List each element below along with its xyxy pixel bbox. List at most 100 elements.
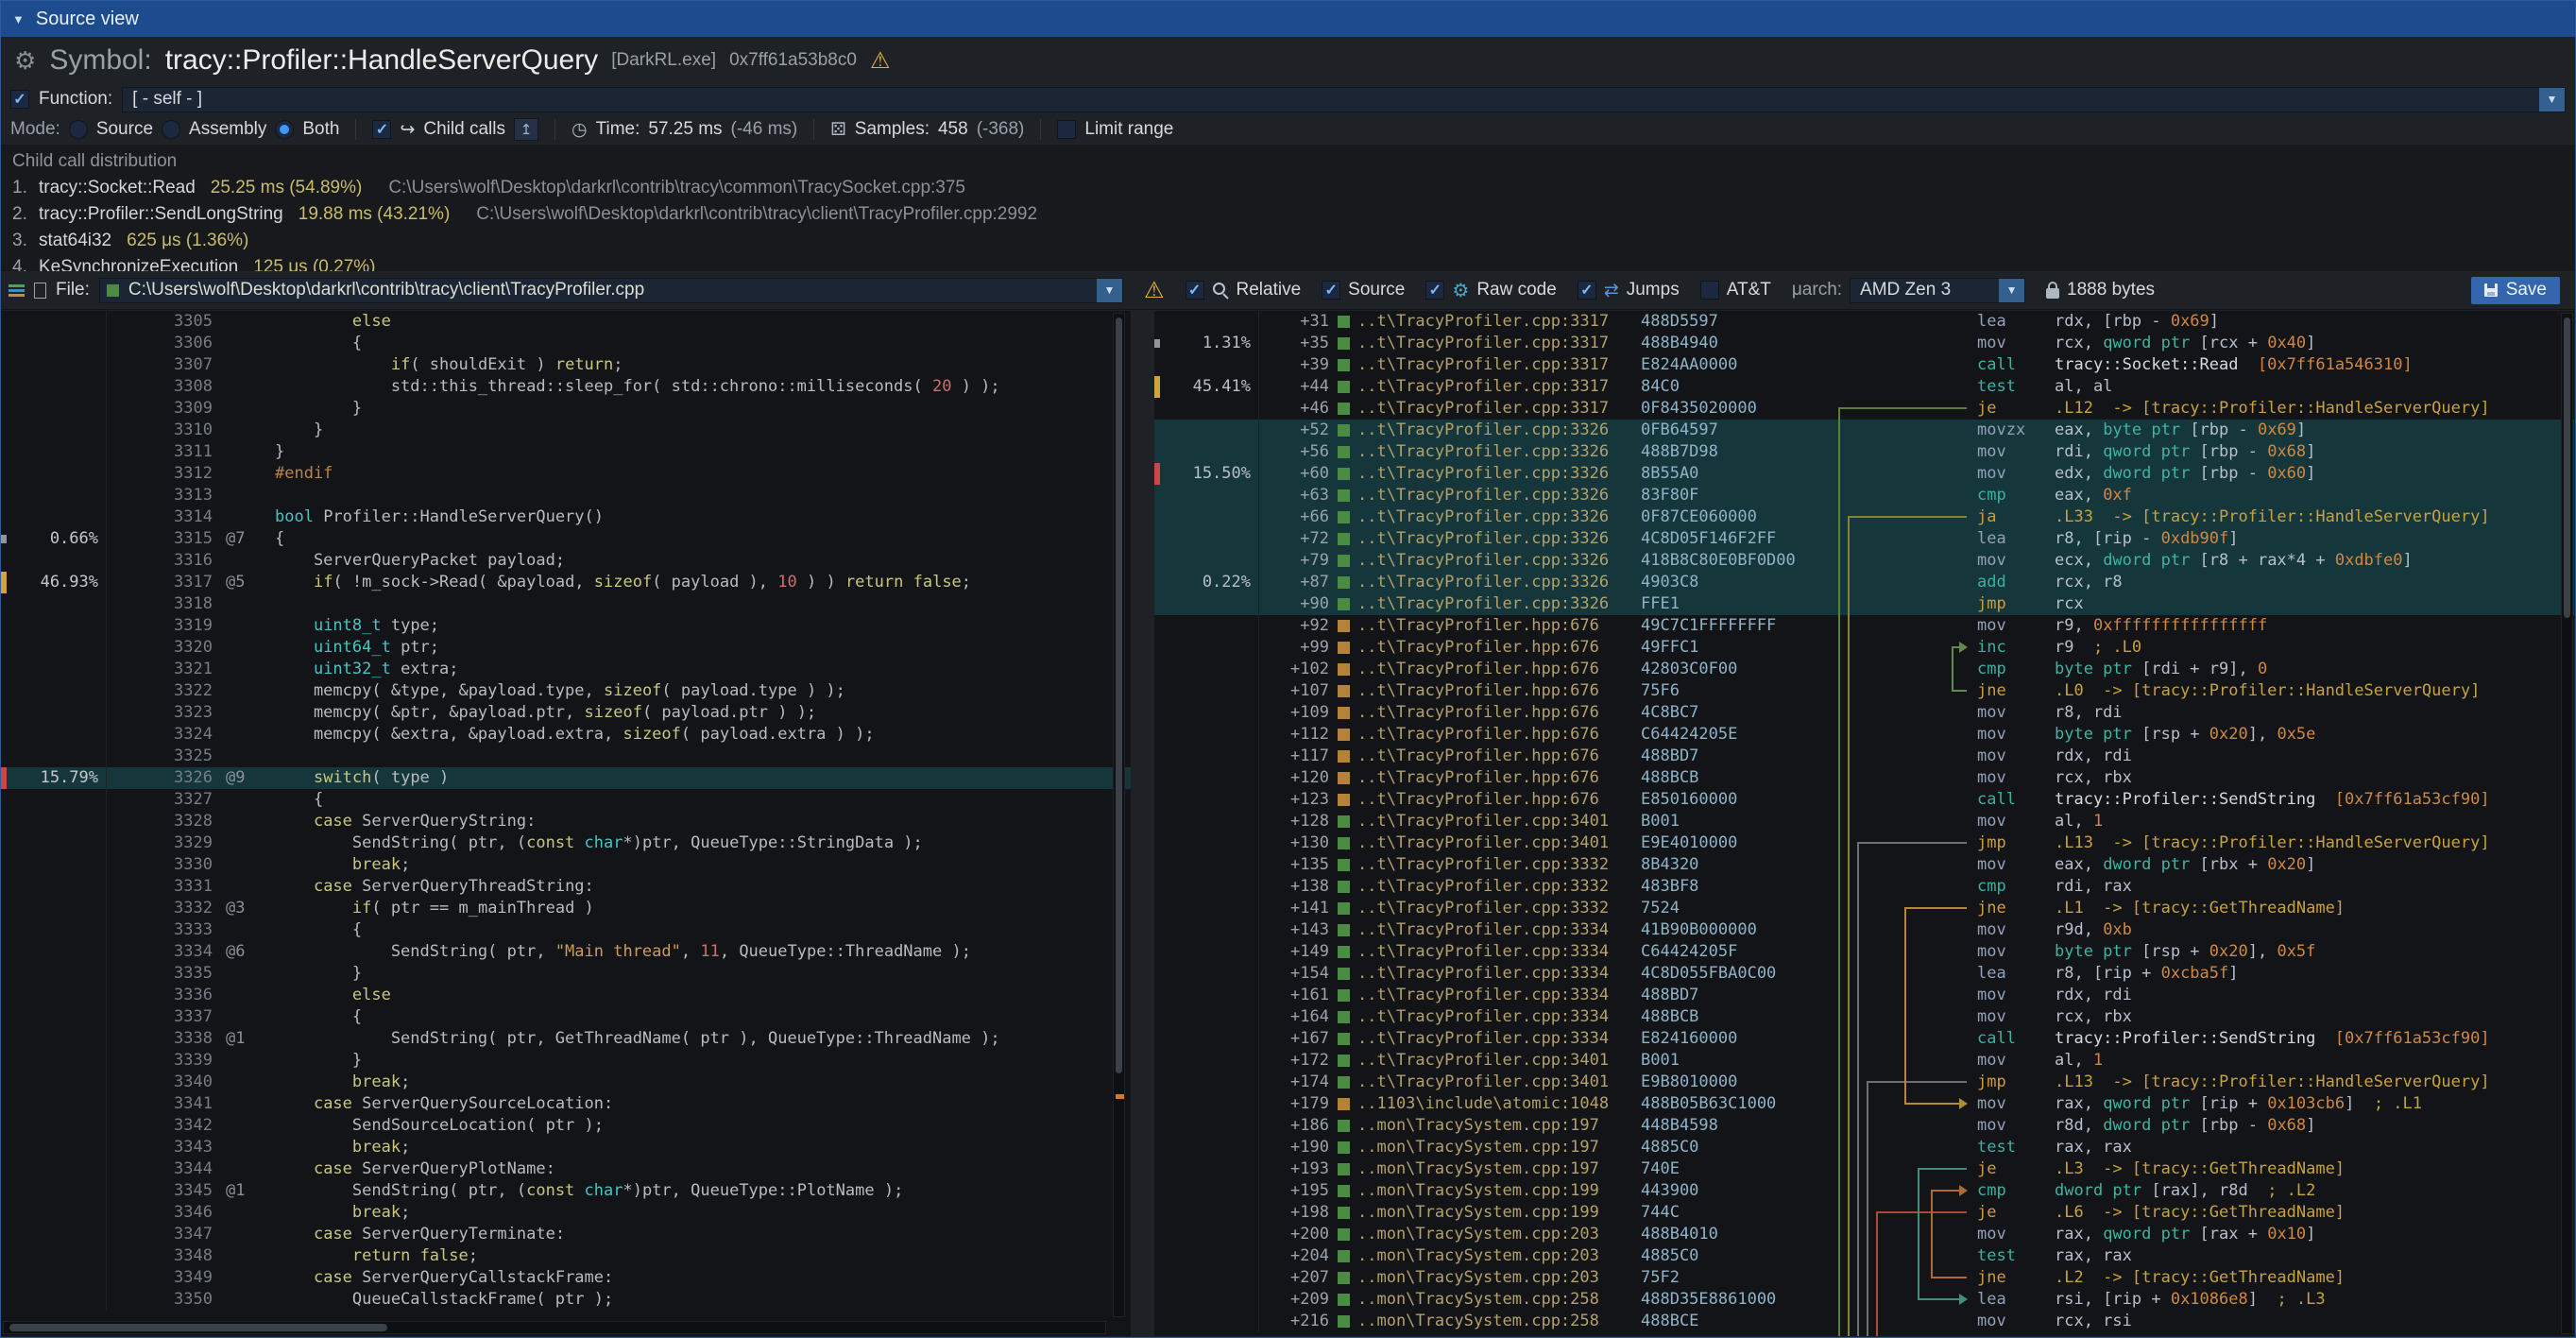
mode-radio-assembly[interactable]	[162, 120, 180, 139]
source-line-3333[interactable]: 3333 {	[1, 919, 1131, 941]
asm-line-+123[interactable]: +123..t\TracyProfiler.hpp:676E850160000c…	[1154, 789, 2574, 811]
source-line-3347[interactable]: 3347 case ServerQueryTerminate:	[1, 1224, 1131, 1245]
limit-range-label[interactable]: Limit range	[1084, 119, 1173, 140]
relative-checkbox[interactable]	[1186, 281, 1204, 300]
source-line-3348[interactable]: 3348 return false;	[1, 1245, 1131, 1267]
source-line-3340[interactable]: 3340 break;	[1, 1072, 1131, 1093]
source-line-3313[interactable]: 3313	[1, 485, 1131, 506]
source-line-3342[interactable]: 3342 SendSourceLocation( ptr );	[1, 1115, 1131, 1137]
source-line-3339[interactable]: 3339 }	[1, 1050, 1131, 1072]
asm-line-+109[interactable]: +109..t\TracyProfiler.hpp:6764C8BC7movr8…	[1154, 702, 2574, 724]
limit-range-checkbox[interactable]	[1057, 120, 1076, 139]
save-button[interactable]: Save	[2471, 277, 2560, 304]
asm-line-+90[interactable]: +90..t\TracyProfiler.cpp:3326FFE1jmprcx	[1154, 593, 2574, 615]
uarch-select[interactable]: AMD Zen 3 ▼	[1850, 278, 2025, 303]
source-line-3322[interactable]: 3322 memcpy( &type, &payload.type, sizeo…	[1, 680, 1131, 702]
source-line-3306[interactable]: 3306 {	[1, 333, 1131, 354]
jumps-checkbox[interactable]	[1578, 281, 1596, 300]
source-line-3341[interactable]: 3341 case ServerQuerySourceLocation:	[1, 1093, 1131, 1115]
asm-line-+164[interactable]: +164..t\TracyProfiler.cpp:3334488BCBmovr…	[1154, 1006, 2574, 1028]
function-checkbox[interactable]	[10, 90, 29, 109]
source-line-3330[interactable]: 3330 break;	[1, 854, 1131, 876]
att-toggle[interactable]: AT&T	[1700, 280, 1771, 300]
mode-radio-both[interactable]	[275, 120, 294, 139]
asm-line-+130[interactable]: +130..t\TracyProfiler.cpp:3401E9E4010000…	[1154, 832, 2574, 854]
source-line-3317[interactable]: 46.93%3317@5 if( !m_sock->Read( &payload…	[1, 572, 1131, 593]
asm-line-+179[interactable]: +179..1103\include\atomic:1048488B05B63C…	[1154, 1093, 2574, 1115]
raw-code-checkbox[interactable]	[1425, 281, 1444, 300]
source-line-3321[interactable]: 3321 uint32_t extra;	[1, 659, 1131, 680]
source-line-3328[interactable]: 3328 case ServerQueryString:	[1, 811, 1131, 832]
source-horizontal-scrollbar[interactable]	[3, 1321, 1106, 1334]
scrollbar-thumb[interactable]	[9, 1324, 387, 1331]
asm-line-+120[interactable]: +120..t\TracyProfiler.hpp:676488BCBmovrc…	[1154, 767, 2574, 789]
asm-line-+154[interactable]: +154..t\TracyProfiler.cpp:33344C8D055FBA…	[1154, 963, 2574, 985]
asm-line-+87[interactable]: 0.22%+87..t\TracyProfiler.cpp:33264903C8…	[1154, 572, 2574, 593]
source-line-3311[interactable]: 3311}	[1, 441, 1131, 463]
source-line-3349[interactable]: 3349 case ServerQueryCallstackFrame:	[1, 1267, 1131, 1289]
relative-toggle[interactable]: Relative	[1186, 280, 1302, 300]
asm-line-+63[interactable]: +63..t\TracyProfiler.cpp:332683F80Fcmpea…	[1154, 485, 2574, 506]
asm-line-+143[interactable]: +143..t\TracyProfiler.cpp:333441B90B0000…	[1154, 919, 2574, 941]
child-call-entry[interactable]: 4.KeSynchronizeExecution125 μs (0.27%)	[12, 254, 2575, 271]
scrollbar-thumb[interactable]	[2564, 317, 2570, 618]
source-line-3309[interactable]: 3309 }	[1, 398, 1131, 420]
file-select[interactable]: C:\Users\wolf\Desktop\darkrl\contrib\tra…	[99, 278, 1123, 303]
asm-line-+66[interactable]: +66..t\TracyProfiler.cpp:33260F87CE06000…	[1154, 506, 2574, 528]
source-line-3305[interactable]: 3305 else	[1, 311, 1131, 333]
asm-line-+193[interactable]: +193..mon\TracySystem.cpp:197740Eje.L3 -…	[1154, 1158, 2574, 1180]
asm-line-+35[interactable]: 1.31%+35..t\TracyProfiler.cpp:3317488B49…	[1154, 333, 2574, 354]
asm-line-+56[interactable]: +56..t\TracyProfiler.cpp:3326488B7D98mov…	[1154, 441, 2574, 463]
source-line-3316[interactable]: 3316 ServerQueryPacket payload;	[1, 550, 1131, 572]
source-checkbox[interactable]	[1322, 281, 1340, 300]
source-line-3320[interactable]: 3320 uint64_t ptr;	[1, 637, 1131, 659]
asm-line-+46[interactable]: +46..t\TracyProfiler.cpp:33170F843502000…	[1154, 398, 2574, 420]
source-line-3307[interactable]: 3307 if( shouldExit ) return;	[1, 354, 1131, 376]
asm-line-+209[interactable]: +209..mon\TracySystem.cpp:258488D35E8861…	[1154, 1289, 2574, 1311]
source-line-3325[interactable]: 3325	[1, 746, 1131, 767]
source-line-3336[interactable]: 3336 else	[1, 985, 1131, 1006]
asm-line-+149[interactable]: +149..t\TracyProfiler.cpp:3334C64424205F…	[1154, 941, 2574, 963]
asm-line-+167[interactable]: +167..t\TracyProfiler.cpp:3334E824160000…	[1154, 1028, 2574, 1050]
source-line-3327[interactable]: 3327 {	[1, 789, 1131, 811]
asm-line-+200[interactable]: +200..mon\TracySystem.cpp:203488B4010mov…	[1154, 1224, 2574, 1245]
asm-vertical-scrollbar[interactable]	[2561, 313, 2573, 1334]
asm-line-+52[interactable]: +52..t\TracyProfiler.cpp:33260FB64597mov…	[1154, 420, 2574, 441]
asm-line-+174[interactable]: +174..t\TracyProfiler.cpp:3401E9B8010000…	[1154, 1072, 2574, 1093]
mode-radio-source[interactable]	[69, 120, 88, 139]
child-call-entry[interactable]: 3.stat64i32625 μs (1.36%)	[12, 228, 2575, 254]
child-calls-label[interactable]: Child calls	[423, 119, 505, 140]
asm-line-+107[interactable]: +107..t\TracyProfiler.hpp:67675F6jne.L0 …	[1154, 680, 2574, 702]
source-toggle[interactable]: Source	[1322, 280, 1405, 300]
source-line-3308[interactable]: 3308 std::this_thread::sleep_for( std::c…	[1, 376, 1131, 398]
mode-both-label[interactable]: Both	[302, 119, 339, 140]
asm-line-+207[interactable]: +207..mon\TracySystem.cpp:20375F2jne.L2 …	[1154, 1267, 2574, 1289]
window-titlebar[interactable]: ▼ Source view	[1, 1, 2575, 37]
asm-line-+198[interactable]: +198..mon\TracySystem.cpp:199744Cje.L6 -…	[1154, 1202, 2574, 1224]
asm-line-+161[interactable]: +161..t\TracyProfiler.cpp:3334488BD7movr…	[1154, 985, 2574, 1006]
asm-line-+39[interactable]: +39..t\TracyProfiler.cpp:3317E824AA0000c…	[1154, 354, 2574, 376]
jumps-toggle[interactable]: ⇄ Jumps	[1578, 280, 1680, 301]
asm-line-+44[interactable]: 45.41%+44..t\TracyProfiler.cpp:331784C0t…	[1154, 376, 2574, 398]
asm-line-+117[interactable]: +117..t\TracyProfiler.hpp:676488BD7movrd…	[1154, 746, 2574, 767]
child-call-entry[interactable]: 1.tracy::Socket::Read25.25 ms (54.89%)C:…	[12, 175, 2575, 201]
chevron-down-icon[interactable]: ▼	[2539, 88, 2565, 112]
source-line-3346[interactable]: 3346 break;	[1, 1202, 1131, 1224]
mode-assembly-label[interactable]: Assembly	[189, 119, 266, 140]
asm-line-+72[interactable]: +72..t\TracyProfiler.cpp:33264C8D05F146F…	[1154, 528, 2574, 550]
source-line-3331[interactable]: 3331 case ServerQueryThreadString:	[1, 876, 1131, 898]
scrollbar-thumb[interactable]	[1116, 317, 1122, 1073]
source-line-3323[interactable]: 3323 memcpy( &ptr, &payload.ptr, sizeof(…	[1, 702, 1131, 724]
chevron-down-icon[interactable]: ▼	[1999, 279, 2024, 302]
source-line-3343[interactable]: 3343 break;	[1, 1137, 1131, 1158]
raw-code-toggle[interactable]: ⚙ Raw code	[1425, 279, 1556, 302]
asm-line-+99[interactable]: +99..t\TracyProfiler.hpp:67649FFC1incr9 …	[1154, 637, 2574, 659]
asm-line-+92[interactable]: +92..t\TracyProfiler.hpp:67649C7C1FFFFFF…	[1154, 615, 2574, 637]
source-line-3338[interactable]: 3338@1 SendString( ptr, GetThreadName( p…	[1, 1028, 1131, 1050]
asm-line-+135[interactable]: +135..t\TracyProfiler.cpp:33328B4320move…	[1154, 854, 2574, 876]
source-vertical-scrollbar[interactable]	[1113, 313, 1125, 1317]
chevron-down-icon[interactable]: ▼	[1097, 279, 1122, 302]
child-calls-checkbox[interactable]	[372, 120, 391, 139]
source-line-3319[interactable]: 3319 uint8_t type;	[1, 615, 1131, 637]
att-checkbox[interactable]	[1700, 281, 1719, 300]
